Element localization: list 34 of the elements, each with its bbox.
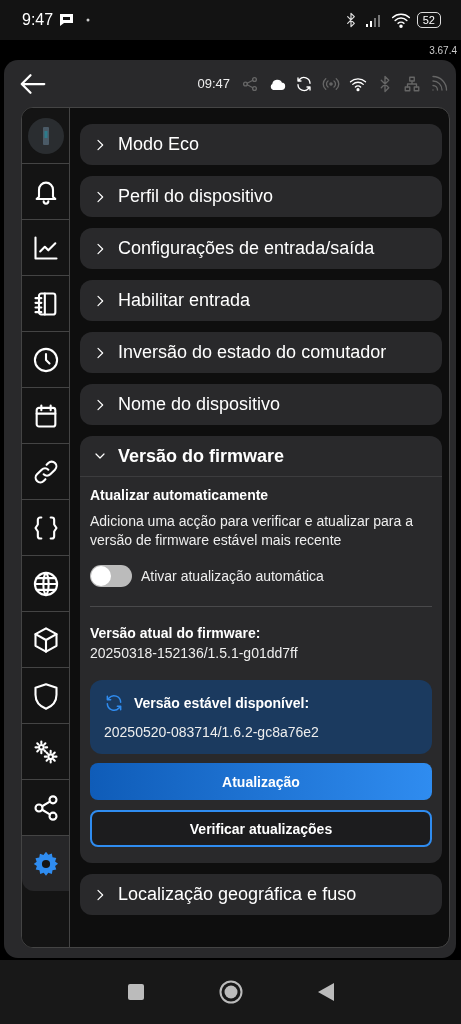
section-header[interactable]: Versão do firmware (80, 436, 442, 477)
toggle-label: Ativar atualização automática (141, 568, 324, 584)
update-button[interactable]: Atualização (90, 763, 432, 800)
available-version-value: 20250520-083714/1.6.2-gc8a76e2 (104, 724, 320, 740)
clock-time: 9:47 (22, 11, 54, 29)
section-header[interactable]: Perfil do dispositivo (80, 176, 442, 217)
section-header[interactable]: Nome do dispositivo (80, 384, 442, 425)
header-time: 09:47 (197, 76, 230, 91)
recents-button[interactable] (126, 983, 145, 1001)
section-heading: Atualizar automaticamente (90, 487, 270, 503)
check-updates-button[interactable]: Verificar atualizações (90, 810, 432, 847)
chart-icon (31, 233, 60, 262)
settings-icon (31, 849, 60, 878)
battery-indicator: 52 (416, 12, 441, 28)
home-button[interactable] (218, 980, 243, 1004)
globe-icon (31, 569, 60, 598)
sync-icon (104, 693, 124, 713)
current-version-label: Versão atual do firmware: (90, 625, 262, 641)
section-header[interactable]: Configurações de entrada/saída (80, 228, 442, 269)
section-header[interactable]: Modo Eco (80, 124, 442, 165)
shield-icon (31, 681, 60, 710)
message-icon (59, 13, 75, 27)
toggle-switch[interactable] (90, 565, 132, 587)
app-version: 3.67.4 (429, 44, 457, 56)
device-avatar-icon (27, 117, 64, 154)
section-header[interactable]: Inversão do estado do comutador (80, 332, 442, 373)
cube-icon (31, 625, 60, 654)
description-text: Adiciona uma acção para verificar e atualizar para a versão de firmware estável mais recente (90, 512, 414, 550)
available-version-label: Versão estável disponível: (134, 695, 310, 711)
section-header[interactable]: Habilitar entrada (80, 280, 442, 321)
current-version-value: 20250318-152136/1.5.1-g01dd7ff (90, 645, 299, 661)
section-header[interactable]: Localização geográfica e fuso (80, 874, 442, 915)
back-nav-button[interactable] (316, 982, 335, 1002)
clock-icon (31, 345, 60, 374)
